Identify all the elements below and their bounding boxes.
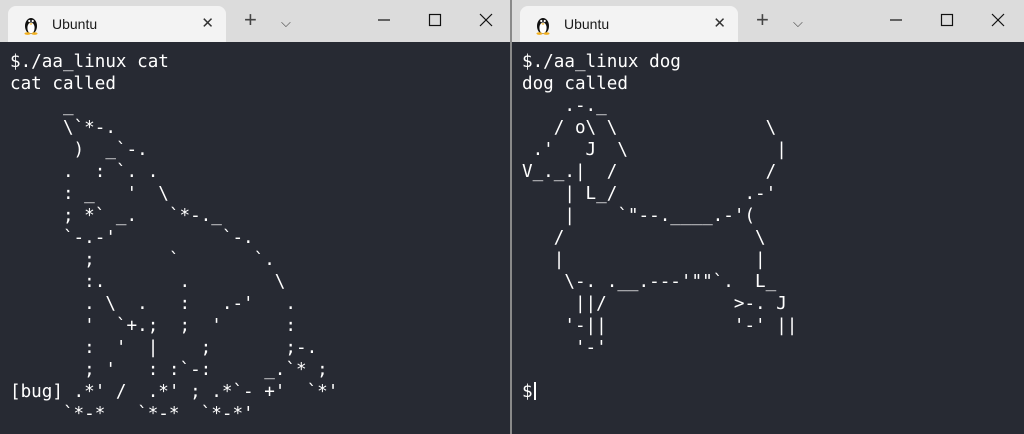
tab-ubuntu[interactable]: Ubuntu ✕: [8, 6, 226, 42]
terminal-line: dog called: [522, 74, 628, 94]
terminal-line: \`*-.: [10, 118, 116, 138]
terminal-line: ||/ >-. J: [522, 294, 787, 314]
terminal-line: :. . \: [10, 272, 286, 292]
terminal-line: $./aa_linux cat: [10, 52, 169, 72]
tux-icon: [536, 18, 550, 35]
terminal-output: $./aa_linux dog dog called .-._ / o\ \ \ …: [522, 51, 797, 403]
terminal-window-left: Ubuntu ✕ + ⌵ $./aa_linux cat cat called _…: [0, 0, 510, 434]
title-bar[interactable]: Ubuntu ✕ + ⌵: [0, 0, 510, 42]
terminal-area[interactable]: $./aa_linux cat cat called _ \`*-. ) _`-.…: [0, 42, 510, 434]
terminal-line: cat called: [10, 74, 116, 94]
terminal-line: | |: [522, 250, 766, 270]
new-tab-button[interactable]: +: [244, 8, 257, 32]
terminal-line: .' J \ |: [522, 140, 787, 160]
terminal-line: V_._.| / /: [522, 162, 777, 182]
terminal-area[interactable]: $./aa_linux dog dog called .-._ / o\ \ \ …: [512, 42, 1024, 434]
terminal-line: .-._: [522, 96, 607, 116]
terminal-line: _: [10, 96, 74, 116]
terminal-line: | `"--.____.-'(: [522, 206, 756, 226]
terminal-line: '-': [522, 338, 607, 358]
terminal-line: '-|| '-' ||: [522, 316, 798, 336]
tux-icon: [24, 18, 38, 35]
terminal-line: / o\ \ \: [522, 118, 777, 138]
close-icon[interactable]: [472, 8, 500, 32]
terminal-line: | L_/ .-': [522, 184, 777, 204]
terminal-line: : ' | ; ;-.: [10, 338, 318, 358]
maximize-icon[interactable]: [421, 8, 449, 32]
chevron-down-icon[interactable]: ⌵: [281, 11, 291, 35]
terminal-output: $./aa_linux cat cat called _ \`*-. ) _`-.…: [10, 51, 338, 425]
tab-ubuntu[interactable]: Ubuntu ✕: [520, 6, 738, 42]
terminal-line: ; ` `.: [10, 250, 275, 270]
terminal-prompt-line[interactable]: $: [522, 381, 797, 403]
close-icon[interactable]: [984, 8, 1012, 32]
terminal-line: : _ ' \: [10, 184, 169, 204]
terminal-line: ' `+.; ; ' :: [10, 316, 296, 336]
terminal-line: . \ . : .-' .: [10, 294, 296, 314]
terminal-line: `-.-' `-.: [10, 228, 254, 248]
title-bar[interactable]: Ubuntu ✕ + ⌵: [512, 0, 1024, 42]
tab-close-icon[interactable]: ✕: [713, 15, 726, 33]
terminal-window-right: Ubuntu ✕ + ⌵ $./aa_linux dog dog called .…: [512, 0, 1024, 434]
terminal-line: . : `. .: [10, 162, 159, 182]
terminal-line: ; ' : :`-: _.`* ;: [10, 360, 328, 380]
minimize-icon[interactable]: [882, 8, 910, 32]
tab-title: Ubuntu: [564, 16, 610, 32]
terminal-line: [bug] .*' / .*' ; .*`- +' `*': [10, 382, 339, 402]
new-tab-button[interactable]: +: [756, 8, 769, 32]
terminal-line: `*-* `*-* `*-*': [10, 404, 254, 424]
terminal-line: / \: [522, 228, 766, 248]
terminal-line: \-. .__.---'""`. L_: [522, 272, 777, 292]
terminal-line: $./aa_linux dog: [522, 52, 681, 72]
minimize-icon[interactable]: [370, 8, 398, 32]
terminal-line: ) _`-.: [10, 140, 148, 160]
terminal-prompt: $: [522, 382, 533, 402]
chevron-down-icon[interactable]: ⌵: [793, 11, 803, 35]
maximize-icon[interactable]: [933, 8, 961, 32]
text-cursor: [533, 382, 536, 400]
terminal-line: ; *` _. `*-._: [10, 206, 222, 226]
tab-title: Ubuntu: [52, 16, 98, 32]
tab-close-icon[interactable]: ✕: [201, 15, 214, 33]
